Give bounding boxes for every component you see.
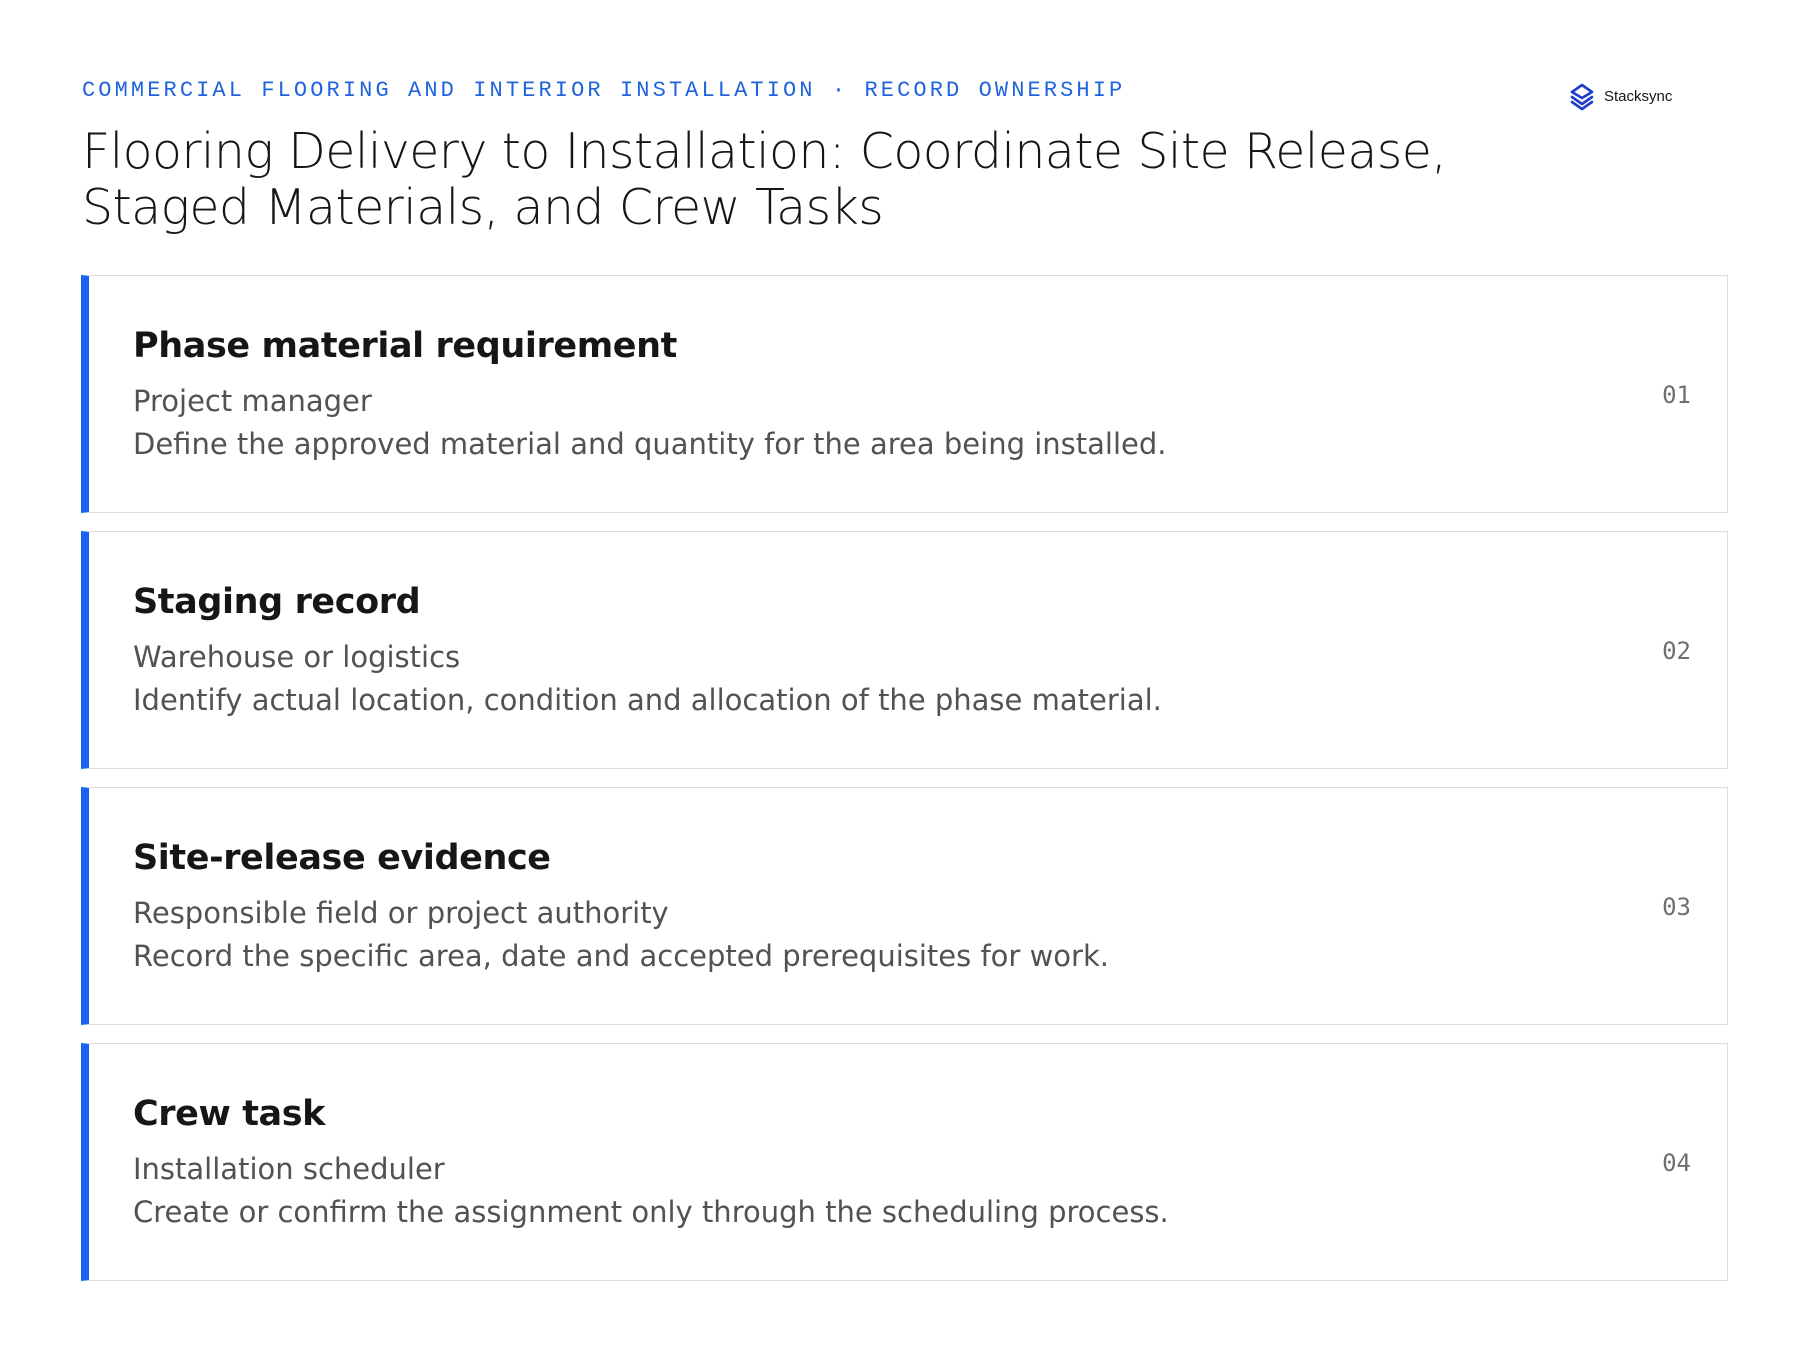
card-title: Site-release evidence (133, 838, 551, 878)
record-card: Staging record Warehouse or logistics Id… (81, 531, 1728, 769)
eyebrow-label: COMMERCIAL FLOORING AND INTERIOR INSTALL… (82, 78, 1126, 103)
card-number: 02 (1662, 637, 1691, 665)
card-description: Identify actual location, condition and … (133, 683, 1162, 717)
card-description: Record the specific area, date and accep… (133, 939, 1109, 973)
page-title: Flooring Delivery to Installation: Coord… (82, 123, 1447, 236)
card-owner: Warehouse or logistics (133, 640, 461, 674)
record-card: Phase material requirement Project manag… (81, 275, 1728, 513)
card-number: 04 (1662, 1149, 1691, 1177)
record-ownership-list: Phase material requirement Project manag… (81, 275, 1728, 1299)
brand-name: Stacksync (1604, 87, 1673, 105)
card-owner: Project manager (133, 384, 372, 418)
card-title: Staging record (133, 582, 421, 622)
stacksync-logo-icon (1570, 83, 1594, 111)
record-card: Site-release evidence Responsible field … (81, 787, 1728, 1025)
card-number: 03 (1662, 893, 1691, 921)
card-title: Crew task (133, 1094, 326, 1134)
card-description: Create or confirm the assignment only th… (133, 1195, 1169, 1229)
card-owner: Installation scheduler (133, 1152, 445, 1186)
card-owner: Responsible field or project authority (133, 896, 669, 930)
card-title: Phase material requirement (133, 326, 677, 366)
card-description: Define the approved material and quantit… (133, 427, 1167, 461)
record-card: Crew task Installation scheduler Create … (81, 1043, 1728, 1281)
brand: Stacksync (1566, 80, 1672, 112)
card-number: 01 (1662, 381, 1691, 409)
